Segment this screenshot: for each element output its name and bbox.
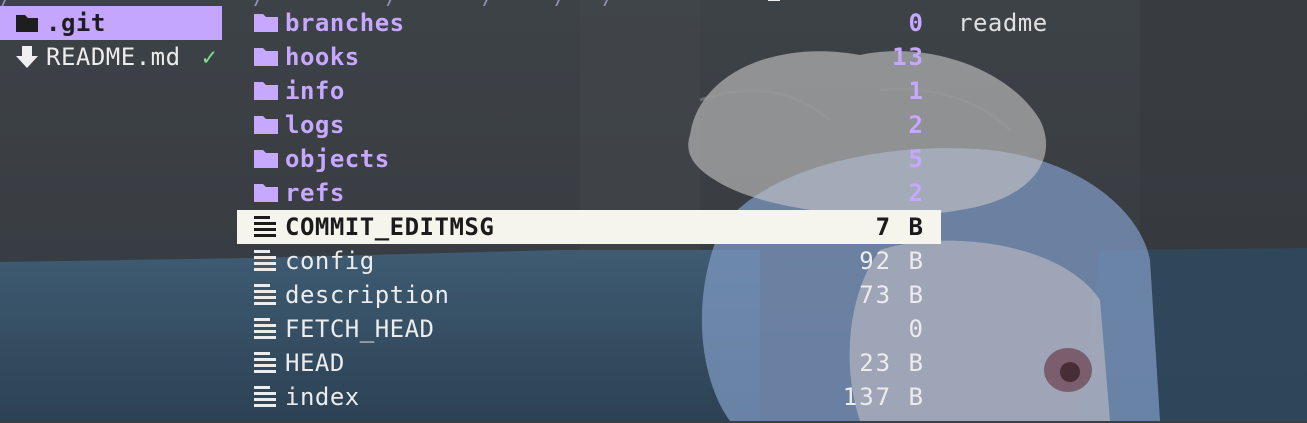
list-item-commit-editmsg[interactable]: COMMIT_EDITMSG 7 B bbox=[237, 210, 941, 244]
text-cursor bbox=[768, 0, 780, 1]
item-name: info bbox=[285, 77, 345, 105]
item-size: 2 bbox=[908, 111, 925, 139]
item-name: logs bbox=[285, 111, 345, 139]
preview-pane: readme bbox=[958, 6, 1298, 40]
list-item-head[interactable]: HEAD 23 B bbox=[237, 346, 941, 380]
list-item-info[interactable]: info 1 bbox=[237, 74, 941, 108]
item-name: COMMIT_EDITMSG bbox=[285, 213, 495, 241]
item-size: 73 B bbox=[859, 281, 925, 309]
item-name: HEAD bbox=[285, 349, 345, 377]
parent-item-label: README.md bbox=[46, 43, 181, 71]
folder-icon bbox=[253, 142, 279, 176]
folder-icon bbox=[253, 108, 279, 142]
download-arrow-icon bbox=[14, 40, 40, 74]
folder-icon bbox=[253, 74, 279, 108]
item-name: branches bbox=[285, 9, 405, 37]
item-size: 0 bbox=[908, 9, 925, 37]
item-name: index bbox=[285, 383, 360, 411]
list-item-refs[interactable]: refs 2 bbox=[237, 176, 941, 210]
text-file-icon bbox=[253, 278, 279, 312]
text-file-icon bbox=[253, 346, 279, 380]
list-item-objects[interactable]: objects 5 bbox=[237, 142, 941, 176]
folder-icon bbox=[253, 6, 279, 40]
item-size: 2 bbox=[908, 179, 925, 207]
item-size: 0 bbox=[908, 315, 925, 343]
text-file-icon bbox=[253, 210, 279, 244]
list-item-branches[interactable]: branches 0 bbox=[237, 6, 941, 40]
text-file-icon bbox=[253, 380, 279, 414]
item-size: 1 bbox=[908, 77, 925, 105]
parent-item-readme[interactable]: README.md ✓ bbox=[0, 40, 222, 74]
folder-icon bbox=[253, 40, 279, 74]
item-size: 92 B bbox=[859, 247, 925, 275]
parent-pane: .git README.md ✓ bbox=[0, 6, 222, 74]
parent-item-git[interactable]: .git bbox=[0, 6, 222, 40]
folder-icon bbox=[253, 176, 279, 210]
folder-icon bbox=[14, 6, 40, 40]
git-clean-check-icon: ✓ bbox=[202, 43, 217, 71]
list-item-config[interactable]: config 92 B bbox=[237, 244, 941, 278]
item-name: hooks bbox=[285, 43, 360, 71]
list-item-logs[interactable]: logs 2 bbox=[237, 108, 941, 142]
item-size: 137 B bbox=[842, 383, 925, 411]
item-name: config bbox=[285, 247, 375, 275]
item-name: refs bbox=[285, 179, 345, 207]
preview-line: readme bbox=[958, 9, 1048, 37]
list-item-index[interactable]: index 137 B bbox=[237, 380, 941, 414]
list-item-fetch-head[interactable]: FETCH_HEAD 0 bbox=[237, 312, 941, 346]
item-size: 5 bbox=[908, 145, 925, 173]
text-file-icon bbox=[253, 312, 279, 346]
item-name: FETCH_HEAD bbox=[285, 315, 435, 343]
item-size: 23 B bbox=[859, 349, 925, 377]
parent-item-label: .git bbox=[46, 9, 106, 37]
current-pane: branches 0 hooks 13 info 1 logs 2 object… bbox=[237, 6, 941, 414]
list-item-description[interactable]: description 73 B bbox=[237, 278, 941, 312]
item-name: description bbox=[285, 281, 450, 309]
list-item-hooks[interactable]: hooks 13 bbox=[237, 40, 941, 74]
item-name: objects bbox=[285, 145, 390, 173]
item-size: 13 bbox=[892, 43, 925, 71]
item-size: 7 B bbox=[875, 213, 925, 241]
text-file-icon bbox=[253, 244, 279, 278]
